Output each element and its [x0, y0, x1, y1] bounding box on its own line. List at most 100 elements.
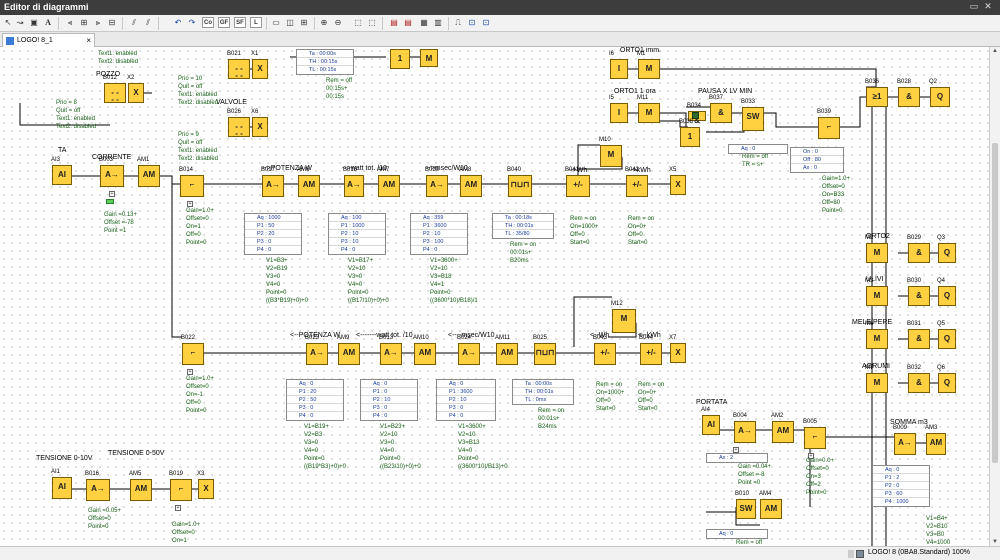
param-row[interactable]: P1 : 1000 [329, 222, 385, 230]
param-table-t_b004[interactable]: Ax : 2 [706, 453, 768, 463]
block-b041[interactable]: +/- [566, 175, 590, 197]
cut-wire-icon[interactable]: ⫽ [128, 16, 140, 30]
param-row[interactable]: On : 0 [791, 148, 843, 156]
toolbar-sf-button[interactable]: SF [234, 17, 246, 28]
param-row[interactable]: P3 : 0 [437, 404, 495, 412]
block-q2[interactable]: Q [930, 87, 950, 107]
param-table-t_b039[interactable]: On : 0 Off : 80 Ax : 0 [790, 147, 844, 173]
param-row[interactable]: Aq : 0 [873, 466, 929, 474]
param-row[interactable]: Ax : 0 [791, 164, 843, 172]
block-b010[interactable]: SW [736, 499, 756, 519]
sim-panel-icon[interactable]: ▦ [418, 16, 430, 30]
block-m6[interactable]: M [866, 329, 888, 349]
param-table-t_am7[interactable]: Aq : 100 P1 : 1000 P2 : 10 P3 : 10 P4 : 0 [328, 213, 386, 255]
pause-icon[interactable]: ⊡ [480, 16, 492, 30]
param-table-t_am9[interactable]: Aq : 0 P1 : 20 P2 : 50 P3 : 0 P4 : 0 [286, 379, 344, 421]
block-b028[interactable]: & [898, 87, 920, 107]
toolbar-l-button[interactable]: L [250, 17, 262, 28]
param-row[interactable]: Off : 80 [791, 156, 843, 164]
param-row[interactable]: Ta : 00:00s [297, 50, 353, 58]
connector-pin[interactable] [106, 199, 114, 204]
param-row[interactable]: TL : 0ms [513, 396, 573, 404]
block-am3[interactable]: AM [926, 433, 946, 455]
block-b022[interactable]: ⌐ [182, 343, 204, 365]
param-row[interactable]: P2 : 10 [329, 230, 385, 238]
block-am7[interactable]: AM [378, 175, 400, 197]
param-row[interactable]: Ta : 00:18s [493, 214, 553, 222]
zoom-area-icon[interactable]: ⬚ [366, 16, 378, 30]
param-row[interactable]: P1 : 20 [287, 388, 343, 396]
undo-icon[interactable]: ↶ [172, 16, 184, 30]
block-top1[interactable]: 1 [390, 49, 410, 69]
block-b026[interactable]: - - - - [228, 117, 250, 138]
block-b005[interactable]: ⌐ [804, 427, 826, 449]
block-am2[interactable]: AM [772, 421, 794, 443]
block-am1[interactable]: AM [138, 165, 160, 187]
block-am6[interactable]: AM [298, 175, 320, 197]
block-x6[interactable]: X [252, 117, 268, 137]
block-b036[interactable]: ≥1 [866, 87, 888, 107]
block-b014[interactable]: ⌐ [180, 175, 204, 197]
param-row[interactable]: P2 : 0 [873, 482, 929, 490]
block-b024[interactable]: A→ [458, 343, 480, 365]
expand-toggle[interactable]: + [109, 191, 115, 197]
block-m11[interactable]: M [638, 103, 660, 123]
param-row[interactable]: P4 : 0 [411, 246, 467, 254]
align-right-icon[interactable]: ⫸ [92, 16, 104, 30]
block-x7[interactable]: X [670, 343, 686, 363]
block-b013[interactable]: A→ [380, 343, 402, 365]
block-b023[interactable]: A→ [306, 343, 328, 365]
param-row[interactable]: P1 : 50 [245, 222, 301, 230]
param-row[interactable]: P3 : 0 [361, 404, 417, 412]
block-q6[interactable]: Q [938, 373, 956, 393]
scroll-thumb[interactable] [992, 143, 998, 463]
param-table-t_b040[interactable]: Ta : 00:18s TH : 00:01s TL : 35/80 [492, 213, 554, 239]
redo-icon[interactable]: ↷ [186, 16, 198, 30]
block-am10[interactable]: AM [414, 343, 436, 365]
connect-tool-icon[interactable]: ↝ [14, 16, 26, 30]
param-row[interactable]: P4 : 0 [245, 246, 301, 254]
block-b030[interactable]: & [908, 286, 930, 306]
param-row[interactable]: Aq : 359 [411, 214, 467, 222]
pulse-icon[interactable]: ⎍ [452, 16, 464, 30]
param-row[interactable]: P3 : 0 [245, 238, 301, 246]
param-row[interactable]: P4 : 0 [287, 412, 343, 420]
block-b025[interactable]: ⊓⊔⊓ [534, 343, 556, 365]
block-b018[interactable]: A→ [344, 175, 364, 197]
block-am11[interactable]: AM [496, 343, 518, 365]
view-split-icon[interactable]: ◫ [284, 16, 296, 30]
block-b038[interactable]: 1 [680, 127, 700, 147]
block-m10[interactable]: M [600, 145, 622, 167]
block-b004[interactable]: A→ [734, 421, 756, 443]
close-icon[interactable]: ✕ [982, 1, 994, 12]
join-wire-icon[interactable]: ⫽ [142, 16, 154, 30]
block-top2[interactable]: M [420, 49, 438, 67]
block-b037[interactable]: & [710, 103, 732, 123]
param-table-t_am10[interactable]: Aq : 0 P1 : 0 P2 : 10 P3 : 0 P4 : 0 [360, 379, 418, 421]
diagram-canvas[interactable]: - - - - X - - - - X - - - - X 1 M AI A→ … [0, 47, 989, 546]
param-row[interactable]: Aq : 0 [729, 145, 787, 153]
param-table-t_am11[interactable]: Aq : 0 P1 : 3600 P2 : 10 P3 : 0 P4 : 0 [436, 379, 496, 421]
minimize-icon[interactable]: ▭ [968, 1, 980, 12]
param-row[interactable]: P2 : 10 [437, 396, 495, 404]
scroll-down-icon[interactable]: ▼ [992, 539, 998, 545]
param-row[interactable]: Aq : 0 [287, 380, 343, 388]
block-ai3[interactable]: AI [52, 165, 72, 185]
param-row[interactable]: TH : 00:01s [493, 222, 553, 230]
block-x5[interactable]: X [670, 175, 686, 195]
param-row[interactable]: Ta : 00:00s [513, 380, 573, 388]
param-row[interactable]: TH : 00:01s [513, 388, 573, 396]
block-b017[interactable]: A→ [262, 175, 284, 197]
online-test-icon[interactable]: ▤ [402, 16, 414, 30]
block-b039[interactable]: ⌐ [818, 117, 840, 139]
block-q3[interactable]: Q [938, 243, 956, 263]
param-row[interactable]: P1 : 3600 [411, 222, 467, 230]
block-x2[interactable]: X [128, 83, 144, 103]
select-tool-icon[interactable]: ↖ [2, 16, 14, 30]
block-am5[interactable]: AM [130, 479, 152, 501]
block-b019[interactable]: ⌐ [170, 479, 192, 501]
block-m3[interactable]: M [866, 286, 888, 306]
view-quad-icon[interactable]: ⊞ [298, 16, 310, 30]
block-b044[interactable]: +/- [640, 343, 662, 365]
view-single-icon[interactable]: ▭ [270, 16, 282, 30]
